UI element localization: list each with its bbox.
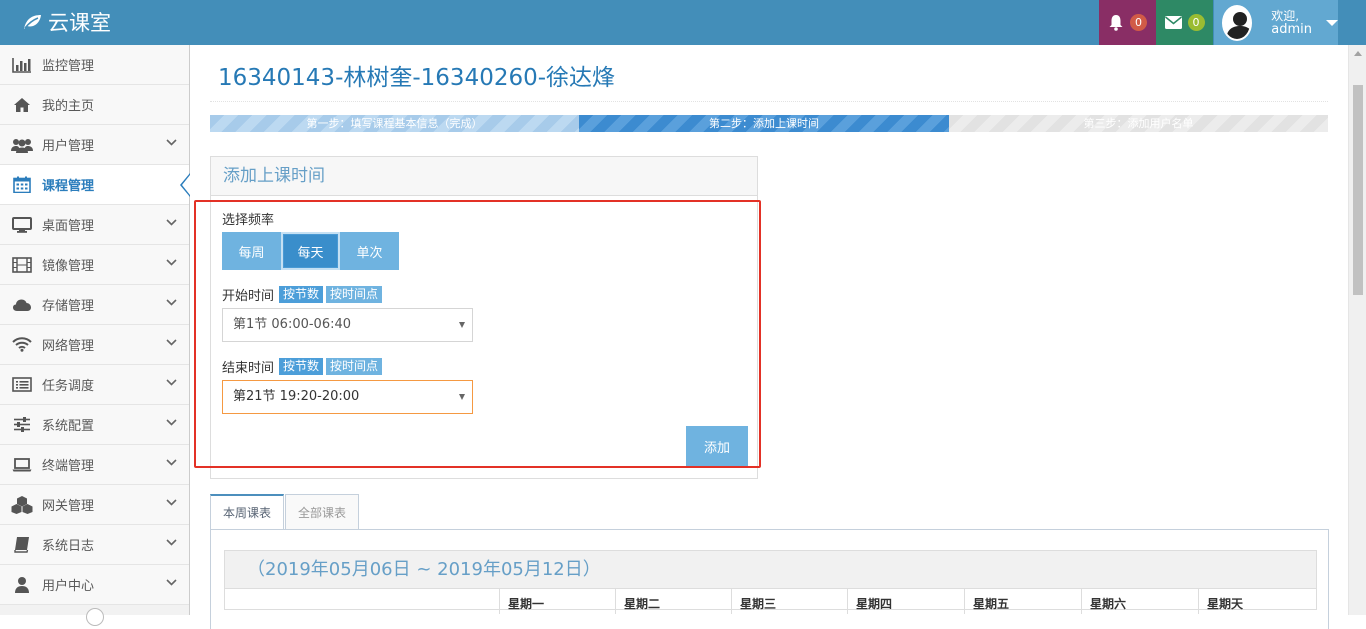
page-title: 16340143-林树奎-16340260-徐达烽 — [218, 65, 616, 91]
sidebar-item-label: 用户中心 — [42, 579, 95, 594]
sidebar-item-network[interactable]: 网络管理 — [0, 325, 189, 365]
top-navbar: 云课室 0 0 欢迎, admin — [0, 0, 1366, 45]
chevron-down-icon — [166, 139, 177, 146]
username: admin — [1271, 21, 1312, 37]
schedule-tabs: 本周课表 全部课表 — [210, 494, 360, 530]
user-menu[interactable]: 欢迎, admin — [1214, 0, 1338, 45]
highlight-box — [194, 200, 761, 468]
chevron-down-icon — [166, 259, 177, 266]
avatar — [1222, 4, 1253, 41]
chevron-down-icon — [166, 459, 177, 466]
tab-content: （2019年05月06日 ~ 2019年05月12日） 星期一 星期二 星期三 … — [210, 529, 1329, 629]
sidebar-item-label: 网络管理 — [42, 339, 95, 354]
messages-badge: 0 — [1187, 14, 1205, 31]
cloud-icon — [11, 296, 33, 314]
sidebar-item-label: 我的主页 — [42, 99, 95, 114]
tab-all-schedule[interactable]: 全部课表 — [285, 494, 360, 530]
week-range: （2019年05月06日 ~ 2019年05月12日） — [225, 551, 1316, 589]
chevron-down-icon — [166, 539, 177, 546]
sidebar-item-label: 系统配置 — [42, 419, 95, 434]
sidebar-item-storage[interactable]: 存储管理 — [0, 285, 189, 325]
panel-title: 添加上课时间 — [211, 157, 757, 196]
film-icon — [11, 256, 33, 274]
sidebar-item-system-config[interactable]: 系统配置 — [0, 405, 189, 445]
notifications-button[interactable]: 0 — [1099, 0, 1156, 45]
day-header: 星期四 — [847, 589, 964, 614]
envelope-icon — [1164, 16, 1182, 29]
chevron-down-icon — [166, 219, 177, 226]
sidebar-item-desktops[interactable]: 桌面管理 — [0, 205, 189, 245]
bell-icon — [1109, 15, 1123, 31]
sidebar-item-label: 镜像管理 — [42, 259, 95, 274]
sidebar: 监控管理 我的主页 用户管理 课程管理 桌面管理 镜像管理 存储管理 网络管理 … — [0, 45, 190, 626]
sidebar-item-gateways[interactable]: 网关管理 — [0, 485, 189, 525]
notifications-badge: 0 — [1130, 14, 1147, 31]
brand-name: 云课室 — [48, 11, 111, 35]
cubes-icon — [11, 495, 33, 514]
day-header-row: 星期一 星期二 星期三 星期四 星期五 星期六 星期天 — [225, 589, 1316, 614]
messages-button[interactable]: 0 — [1156, 0, 1213, 45]
sidebar-item-logs[interactable]: 系统日志 — [0, 525, 189, 565]
sidebar-item-home[interactable]: 我的主页 — [0, 85, 189, 125]
day-header: 星期三 — [731, 589, 847, 614]
divider — [210, 101, 1328, 102]
main-content: 16340143-林树奎-16340260-徐达烽 第一步：填写课程基本信息（完… — [190, 45, 1348, 629]
sidebar-item-label: 存储管理 — [42, 299, 95, 314]
sidebar-collapse-button[interactable] — [86, 608, 104, 626]
chevron-down-icon — [166, 379, 177, 386]
sidebar-item-label: 课程管理 — [42, 179, 95, 194]
bar-chart-icon — [11, 56, 33, 74]
chevron-down-icon — [166, 499, 177, 506]
step-1: 第一步：填写课程基本信息（完成） — [210, 115, 579, 132]
chevron-down-icon — [166, 299, 177, 306]
day-header: 星期一 — [499, 589, 615, 614]
day-header: 星期二 — [615, 589, 731, 614]
calendar-icon — [11, 176, 33, 194]
day-header: 星期六 — [1081, 589, 1198, 614]
day-header: 星期五 — [964, 589, 1081, 614]
wifi-icon — [11, 336, 33, 354]
chevron-down-icon — [166, 339, 177, 346]
brand-logo[interactable]: 云课室 — [22, 8, 111, 36]
sidebar-item-users[interactable]: 用户管理 — [0, 125, 189, 165]
step-3: 第三步：添加用户名单 — [949, 115, 1328, 132]
scroll-up-icon — [1354, 51, 1362, 56]
step-progress: 第一步：填写课程基本信息（完成） 第二步：添加上课时间 第三步：添加用户名单 — [210, 115, 1328, 132]
scrollbar-thumb[interactable] — [1353, 85, 1363, 295]
sidebar-item-label: 终端管理 — [42, 459, 95, 474]
welcome-text: 欢迎, admin — [1271, 9, 1312, 37]
sidebar-item-terminals[interactable]: 终端管理 — [0, 445, 189, 485]
home-icon — [11, 96, 33, 114]
desktop-icon — [11, 216, 33, 234]
welcome-label: 欢迎, — [1271, 8, 1300, 23]
laptop-icon — [11, 456, 33, 474]
book-icon — [11, 536, 33, 554]
page-scrollbar[interactable] — [1348, 45, 1366, 615]
sliders-icon — [11, 416, 33, 434]
caret-down-icon — [1326, 19, 1338, 26]
sidebar-item-monitor[interactable]: 监控管理 — [0, 45, 189, 85]
users-icon — [11, 136, 33, 154]
sidebar-item-label: 监控管理 — [42, 59, 95, 74]
step-2: 第二步：添加上课时间 — [579, 115, 949, 132]
list-icon — [11, 376, 33, 394]
sidebar-item-label: 桌面管理 — [42, 219, 95, 234]
sidebar-item-label: 任务调度 — [42, 379, 95, 394]
chevron-down-icon — [166, 419, 177, 426]
leaf-icon — [24, 15, 41, 29]
sidebar-item-courses[interactable]: 课程管理 — [0, 165, 190, 205]
sidebar-item-label: 用户管理 — [42, 139, 95, 154]
user-icon — [11, 576, 33, 594]
day-header: 星期天 — [1198, 589, 1316, 614]
sidebar-item-user-center[interactable]: 用户中心 — [0, 565, 189, 605]
tab-this-week[interactable]: 本周课表 — [210, 494, 285, 530]
chevron-down-icon — [166, 579, 177, 586]
sidebar-item-label: 系统日志 — [42, 539, 95, 554]
sidebar-item-images[interactable]: 镜像管理 — [0, 245, 189, 285]
week-schedule: （2019年05月06日 ~ 2019年05月12日） 星期一 星期二 星期三 … — [224, 550, 1317, 614]
sidebar-item-label: 网关管理 — [42, 499, 95, 514]
sidebar-item-tasks[interactable]: 任务调度 — [0, 365, 189, 405]
